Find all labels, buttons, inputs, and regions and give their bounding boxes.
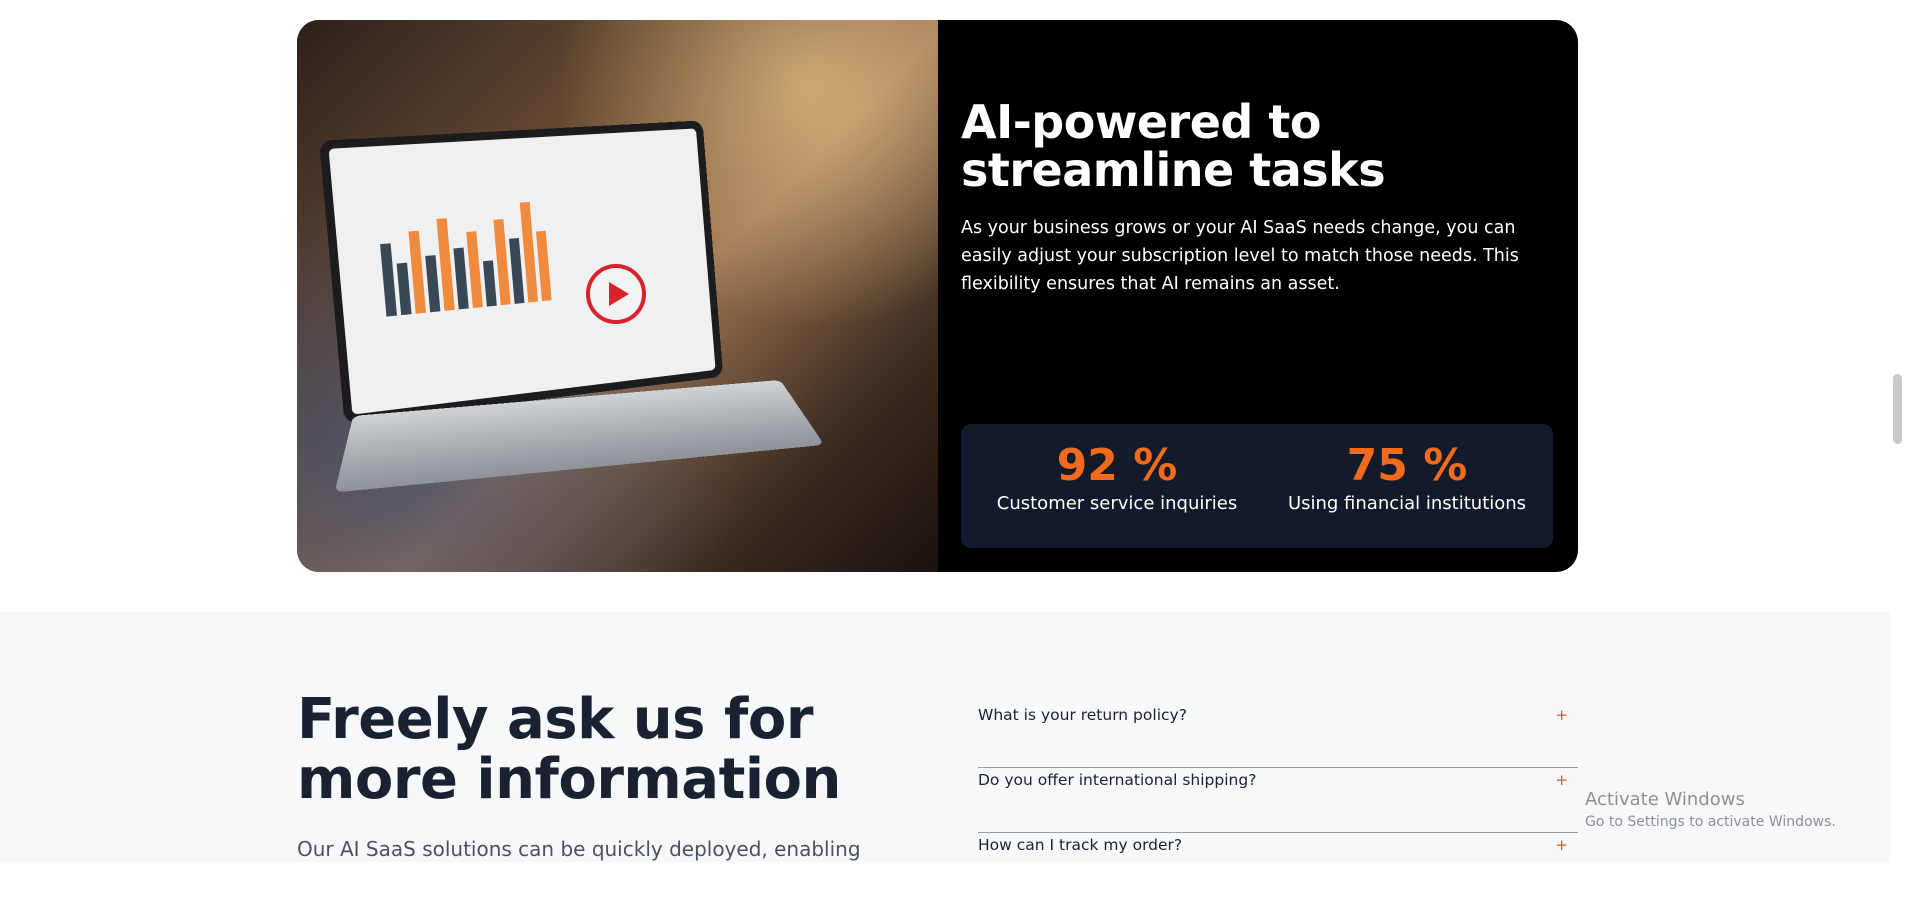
expand-plus-icon[interactable]: + bbox=[1555, 703, 1568, 727]
faq-intro: Our AI SaaS solutions can be quickly dep… bbox=[297, 837, 861, 861]
play-icon bbox=[609, 282, 629, 306]
stat-label: Customer service inquiries bbox=[996, 493, 1238, 514]
watermark-subtitle: Go to Settings to activate Windows. bbox=[1585, 814, 1836, 830]
stats-panel: 92 % Customer service inquiries 75 % Usi… bbox=[961, 424, 1553, 548]
activate-windows-watermark: Activate Windows Go to Settings to activ… bbox=[1585, 788, 1836, 832]
faq-question: How can I track my order? bbox=[978, 836, 1183, 854]
faq-question: Do you offer international shipping? bbox=[978, 771, 1257, 789]
laptop-screen-image bbox=[319, 120, 724, 425]
faq-heading: Freely ask us for more information bbox=[297, 690, 917, 810]
feature-title: AI-powered to streamline tasks bbox=[961, 98, 1541, 194]
stat-financial-institutions: 75 % Using financial institutions bbox=[1261, 440, 1553, 516]
stat-customer-service: 92 % Customer service inquiries bbox=[961, 440, 1273, 516]
stat-value: 75 % bbox=[1346, 440, 1468, 491]
feature-title-line2: streamline tasks bbox=[961, 143, 1386, 197]
expand-plus-icon[interactable]: + bbox=[1555, 833, 1568, 857]
faq-item-international-shipping[interactable]: Do you offer international shipping? + bbox=[978, 768, 1578, 833]
faq-accordion: What is your return policy? + Do you off… bbox=[978, 703, 1578, 897]
scrollbar-thumb[interactable] bbox=[1893, 374, 1902, 444]
expand-plus-icon[interactable]: + bbox=[1555, 768, 1568, 792]
feature-description: As your business grows or your AI SaaS n… bbox=[961, 218, 1519, 294]
feature-section: AI-powered to streamline tasks As your b… bbox=[0, 0, 1890, 612]
faq-question: What is your return policy? bbox=[978, 706, 1187, 724]
play-video-button[interactable] bbox=[586, 264, 646, 324]
feature-title-line1: AI-powered to bbox=[961, 95, 1321, 149]
faq-heading-line2: more information bbox=[297, 747, 841, 812]
feature-card: AI-powered to streamline tasks As your b… bbox=[297, 20, 1578, 572]
faq-heading-line1: Freely ask us for bbox=[297, 687, 813, 752]
faq-item-track-order[interactable]: How can I track my order? + bbox=[978, 833, 1578, 897]
page-scrollbar[interactable] bbox=[1890, 0, 1905, 862]
stat-value: 92 % bbox=[1056, 440, 1178, 491]
stat-label: Using financial institutions bbox=[1287, 493, 1527, 514]
watermark-title: Activate Windows bbox=[1585, 789, 1745, 810]
faq-item-return-policy[interactable]: What is your return policy? + bbox=[978, 703, 1578, 768]
